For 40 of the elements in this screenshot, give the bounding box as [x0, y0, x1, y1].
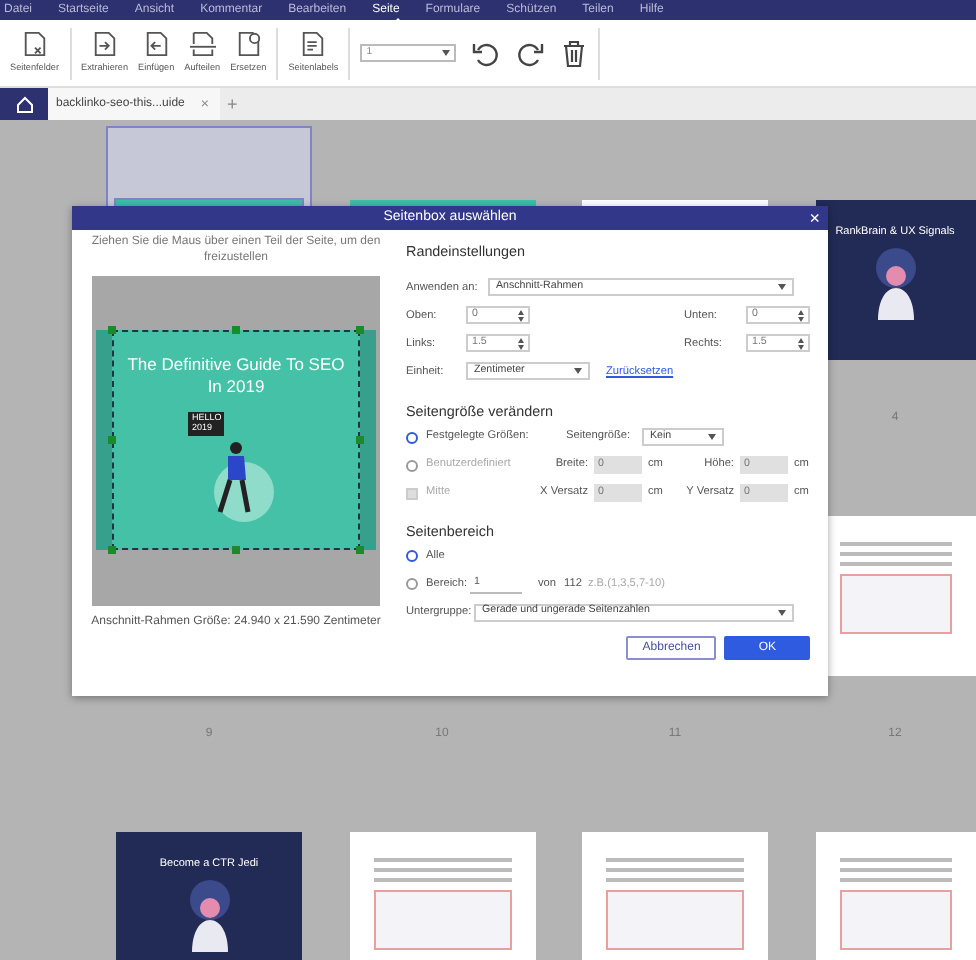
close-button[interactable]: × [809, 206, 820, 230]
rotate-left-button[interactable] [472, 39, 501, 67]
preview-title: The Definitive Guide To SEO In 2019 [126, 354, 346, 397]
crop-handle[interactable] [108, 326, 116, 335]
crop-handle[interactable] [232, 546, 240, 555]
page-icon [21, 30, 48, 59]
dropdown-icon [574, 368, 582, 375]
page-thumbnail[interactable] [582, 832, 768, 960]
page-icon [189, 30, 216, 59]
crop-handle[interactable] [108, 436, 116, 445]
dropdown-icon [778, 284, 786, 291]
trash-icon [560, 39, 589, 67]
page-icon [300, 30, 327, 59]
page-thumbnail[interactable] [815, 832, 975, 960]
rotate-right-icon [516, 39, 545, 67]
rotate-left-icon [472, 39, 501, 67]
crop-handle[interactable] [356, 326, 364, 335]
crop-handle[interactable] [356, 546, 364, 555]
page-icon [91, 30, 118, 59]
dropdown-icon [442, 50, 451, 56]
radio-button[interactable] [406, 550, 418, 563]
page-icon [235, 30, 262, 59]
trash-button[interactable] [560, 39, 589, 67]
rotate-right-button[interactable] [516, 39, 545, 67]
radio-button[interactable] [406, 431, 418, 444]
home-button[interactable] [0, 88, 48, 120]
page-thumbnail[interactable] [349, 832, 535, 960]
spinner-icon [798, 309, 804, 322]
home-icon [15, 95, 33, 113]
crop-handle[interactable] [108, 546, 116, 555]
dropdown-icon [708, 434, 716, 441]
radio-button[interactable] [406, 578, 418, 591]
radio-button[interactable] [406, 459, 418, 472]
spinner-icon [518, 337, 524, 350]
spinner-icon [518, 309, 524, 322]
crop-handle[interactable] [356, 436, 364, 445]
dropdown-icon [778, 609, 786, 616]
crop-handle[interactable] [232, 326, 240, 335]
spinner-icon [798, 337, 804, 350]
page-icon [143, 30, 170, 59]
